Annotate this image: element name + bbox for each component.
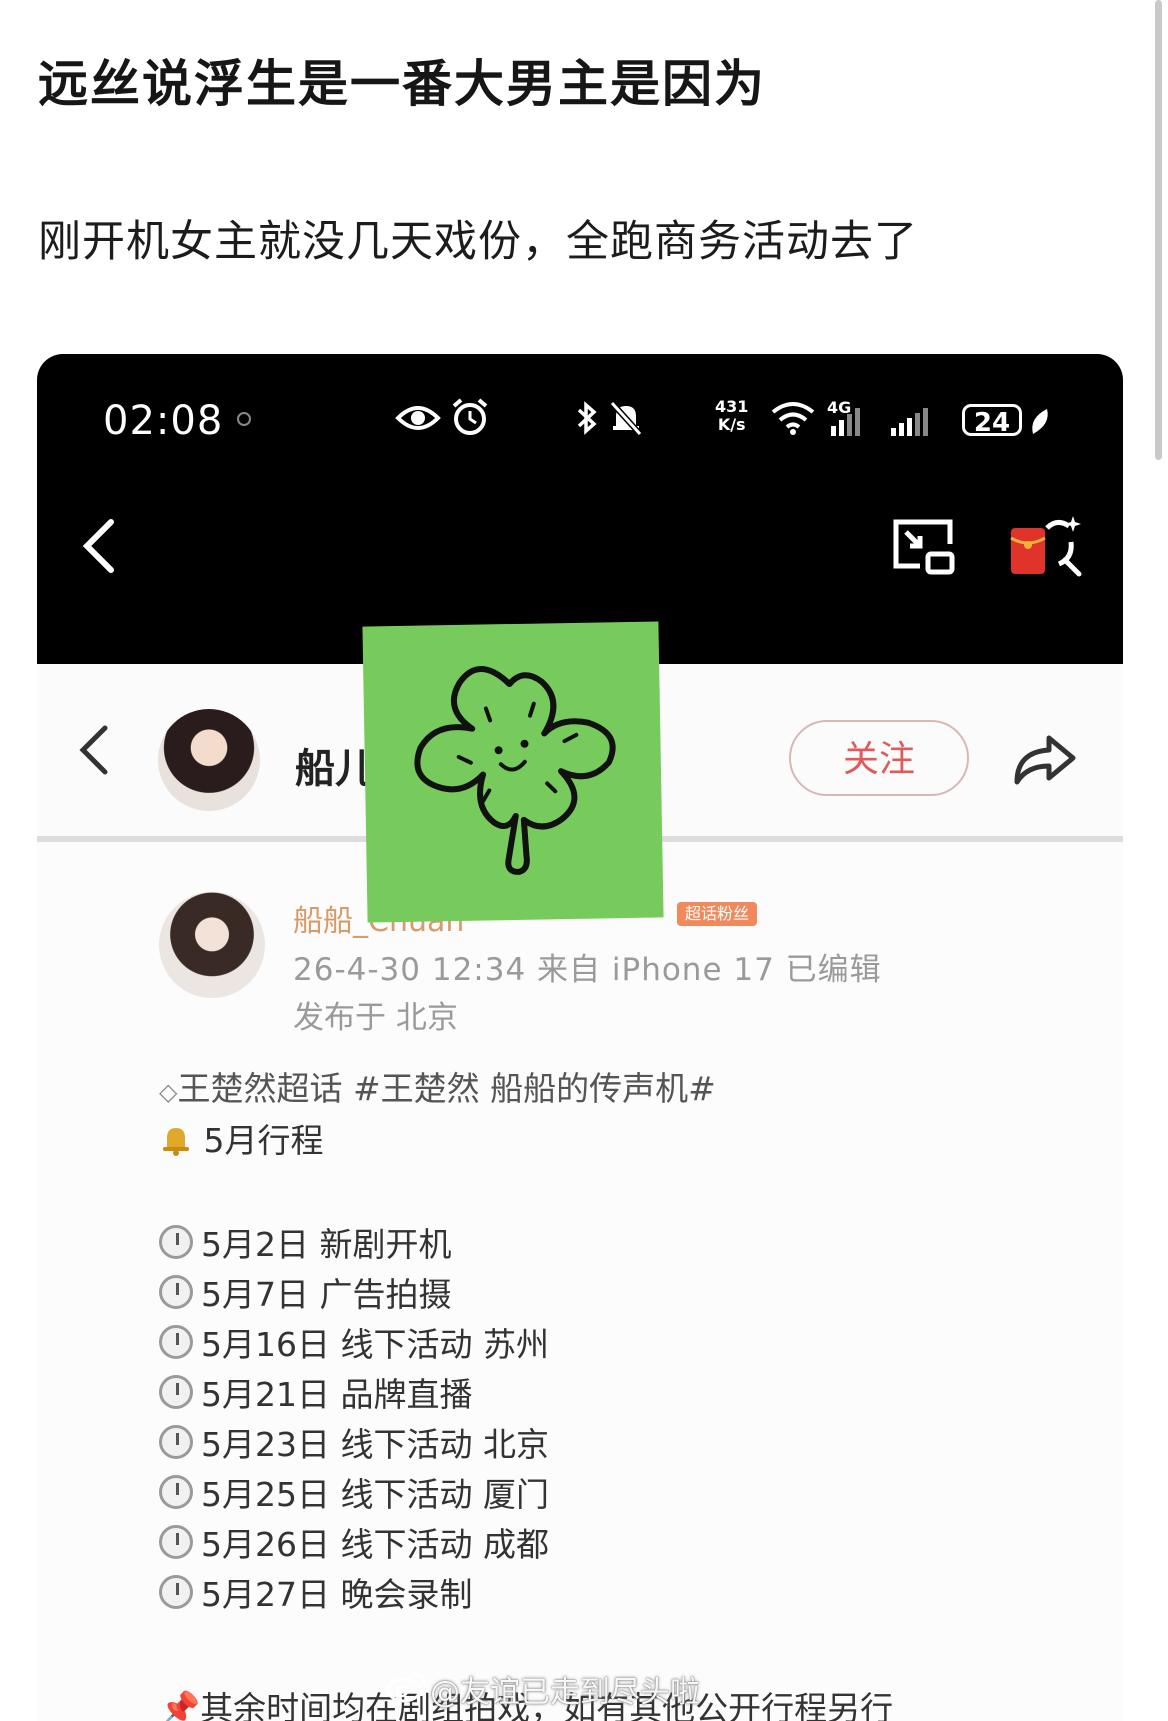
net-speed: 431 K/s bbox=[715, 398, 748, 434]
author-avatar[interactable] bbox=[159, 892, 265, 998]
record-dot-icon bbox=[237, 412, 251, 426]
status-time: 02:08 bbox=[103, 398, 224, 444]
signal-icon bbox=[891, 408, 928, 436]
post-title: 远丝说浮生是一番大男主是因为 bbox=[38, 55, 766, 113]
back-arrow-icon[interactable] bbox=[77, 722, 111, 778]
signal-4g-icon bbox=[831, 408, 860, 436]
list-item: 5月7日 广告拍摄 bbox=[159, 1267, 549, 1317]
weibo-logo-icon bbox=[386, 1672, 426, 1703]
list-item: 5月25日 线下活动 厦门 bbox=[159, 1467, 549, 1517]
list-item: 5月26日 线下活动 成都 bbox=[159, 1517, 549, 1567]
phone-status-bar: 02:08 431 K/s 4G 24 bbox=[37, 354, 1123, 664]
watermark: @友谊已走到尽头啦 bbox=[430, 1675, 700, 1710]
wifi-icon bbox=[771, 402, 815, 435]
red-packet-search-icon[interactable] bbox=[1007, 514, 1083, 580]
clock-icon bbox=[159, 1325, 193, 1359]
pushpin-icon: 📌 bbox=[159, 1689, 201, 1721]
leaf-icon bbox=[1032, 409, 1048, 434]
clock-icon bbox=[159, 1275, 193, 1309]
post-subtitle: 刚开机女主就没几天戏份，全跑商务活动去了 bbox=[38, 217, 918, 267]
clock-icon bbox=[159, 1525, 193, 1559]
bell-icon bbox=[163, 1128, 189, 1156]
profile-name[interactable]: 船儿 bbox=[295, 736, 375, 794]
net-speed-unit: K/s bbox=[717, 415, 746, 434]
post-meta: 26-4-30 12:34 来自 iPhone 17 已编辑 bbox=[293, 952, 882, 988]
diamond-icon: ◇ bbox=[159, 1078, 178, 1106]
picture-in-picture-icon[interactable] bbox=[890, 516, 958, 578]
topic-text[interactable]: 王楚然超话 #王楚然 船船的传声机# bbox=[177, 1069, 715, 1108]
clock-icon bbox=[159, 1475, 193, 1509]
net-speed-value: 431 bbox=[715, 397, 749, 416]
avatar[interactable] bbox=[158, 709, 260, 811]
mute-bell-icon bbox=[609, 400, 643, 437]
clock-icon bbox=[159, 1575, 193, 1609]
follow-button[interactable]: 关注 bbox=[789, 720, 969, 796]
list-item: 5月2日 新剧开机 bbox=[159, 1217, 549, 1267]
embedded-screenshot: 02:08 431 K/s 4G 24 船儿 关注 超话粉丝 26-4-30 1… bbox=[37, 354, 1123, 1721]
clock-icon bbox=[159, 1225, 193, 1259]
schedule-heading: 5月行程 bbox=[159, 1114, 324, 1162]
bluetooth-icon bbox=[577, 401, 597, 435]
clock-icon bbox=[159, 1425, 193, 1459]
clock-icon bbox=[159, 1375, 193, 1409]
fan-badge: 超话粉丝 bbox=[677, 902, 758, 926]
eye-icon bbox=[395, 406, 441, 430]
list-item: 5月27日 晚会录制 bbox=[159, 1567, 549, 1617]
list-item: 5月23日 线下活动 北京 bbox=[159, 1417, 549, 1467]
post-location: 发布于 北京 bbox=[293, 1000, 458, 1036]
clover-sticker bbox=[362, 621, 664, 923]
back-arrow-icon[interactable] bbox=[79, 516, 119, 576]
share-icon[interactable] bbox=[1011, 730, 1079, 788]
topic-line[interactable]: ◇王楚然超话 #王楚然 船船的传声机# bbox=[159, 1062, 716, 1110]
battery-indicator: 24 bbox=[962, 404, 1022, 438]
clover-icon bbox=[414, 666, 616, 875]
alarm-icon bbox=[452, 398, 488, 435]
page-scrollbar[interactable] bbox=[1155, 0, 1162, 460]
post-card: 船船_Chuan 超话粉丝 26-4-30 12:34 来自 iPhone 17… bbox=[37, 836, 1123, 1721]
list-item: 5月16日 线下活动 苏州 bbox=[159, 1317, 549, 1367]
schedule-list: 5月2日 新剧开机 5月7日 广告拍摄 5月16日 线下活动 苏州 5月21日 … bbox=[159, 1217, 549, 1617]
list-item: 5月21日 品牌直播 bbox=[159, 1367, 549, 1417]
heading-text: 5月行程 bbox=[203, 1121, 324, 1160]
